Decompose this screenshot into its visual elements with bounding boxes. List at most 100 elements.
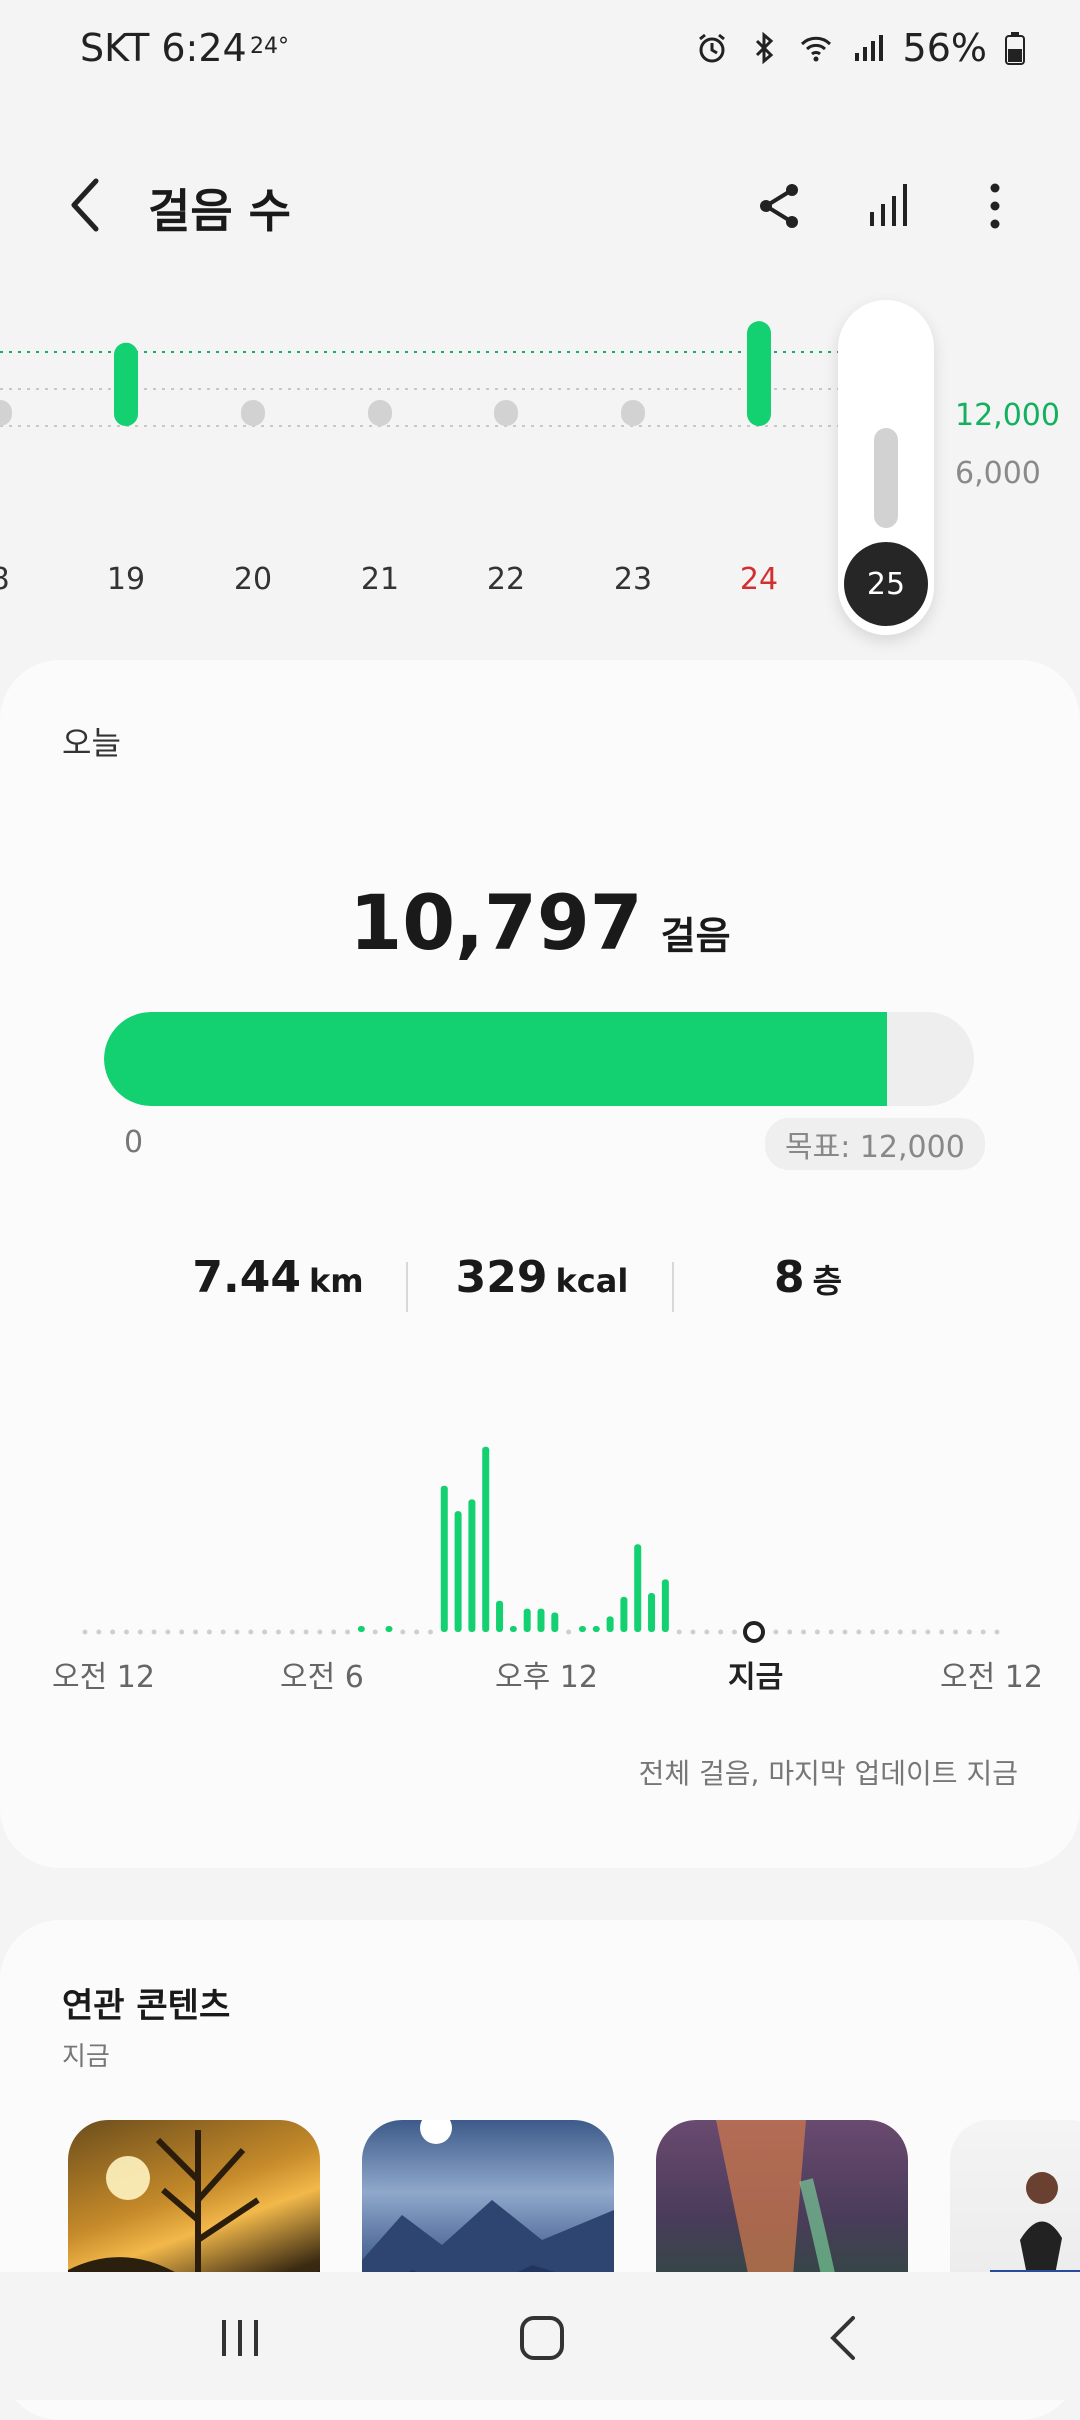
axis-label-end-midnight: 오전 12 bbox=[940, 1660, 1043, 1695]
hourly-dot bbox=[317, 1629, 323, 1635]
today-label: 오늘 bbox=[62, 724, 121, 762]
hourly-bar bbox=[551, 1612, 559, 1632]
calories-unit: kcal bbox=[555, 1262, 629, 1300]
hourly-steps-chart[interactable] bbox=[0, 1430, 1080, 1690]
hourly-dot bbox=[289, 1629, 295, 1635]
hourly-dot bbox=[939, 1629, 945, 1635]
day-label[interactable]: 8 bbox=[0, 562, 40, 597]
hourly-dot bbox=[856, 1629, 862, 1635]
hourly-dot bbox=[925, 1629, 931, 1635]
distance-stat: 7.44 km bbox=[148, 1252, 408, 1303]
day-label[interactable]: 22 bbox=[466, 562, 546, 597]
back-button[interactable] bbox=[60, 175, 110, 235]
distance-value: 7.44 bbox=[192, 1252, 301, 1303]
steps-progress-bar bbox=[104, 1012, 974, 1106]
hourly-dot bbox=[966, 1629, 972, 1635]
floors-stat: 8층 bbox=[678, 1252, 938, 1303]
hourly-dot bbox=[690, 1629, 696, 1635]
hourly-dot bbox=[275, 1629, 281, 1635]
recent-apps-button[interactable] bbox=[210, 2310, 270, 2366]
carrier-time: SKT 6:24 bbox=[80, 26, 247, 70]
steps-unit: 걸음 bbox=[660, 914, 731, 958]
hourly-dot bbox=[994, 1629, 1000, 1635]
hourly-dot bbox=[193, 1629, 199, 1635]
hourly-bar bbox=[592, 1626, 600, 1632]
stat-divider bbox=[406, 1262, 408, 1312]
status-bar: SKT 6:24 24° 56% bbox=[0, 0, 1080, 100]
today-steps: 10,797 걸음 bbox=[0, 878, 1080, 967]
day-bar bbox=[241, 400, 265, 426]
update-status-text: 전체 걸음, 마지막 업데이트 지금 bbox=[638, 1757, 1018, 1790]
trends-button[interactable] bbox=[862, 178, 918, 234]
hourly-dot bbox=[801, 1629, 807, 1635]
hourly-dot bbox=[566, 1629, 572, 1635]
hourly-dot bbox=[372, 1629, 378, 1635]
hourly-dot bbox=[676, 1629, 682, 1635]
goal-badge[interactable]: 목표: 12,000 bbox=[765, 1118, 985, 1170]
calories-stat: 329 kcal bbox=[412, 1252, 672, 1303]
floors-value: 8 bbox=[773, 1252, 805, 1303]
related-content-title: 연관 콘텐츠 bbox=[62, 1986, 231, 2026]
day-label[interactable]: 20 bbox=[213, 562, 293, 597]
axis-label-midnight: 오전 12 bbox=[52, 1660, 155, 1695]
axis-label-6am: 오전 6 bbox=[280, 1660, 364, 1695]
hourly-dot bbox=[96, 1629, 102, 1635]
hourly-bar bbox=[440, 1485, 448, 1632]
hourly-dot bbox=[980, 1629, 986, 1635]
hourly-dot bbox=[814, 1629, 820, 1635]
day-bar bbox=[114, 342, 138, 426]
day-bar bbox=[0, 400, 12, 426]
hourly-dot bbox=[179, 1629, 185, 1635]
hourly-bar bbox=[496, 1600, 504, 1632]
day-label[interactable]: 23 bbox=[593, 562, 673, 597]
hourly-dot bbox=[206, 1629, 212, 1635]
hourly-bar bbox=[634, 1544, 642, 1632]
progress-zero-label: 0 bbox=[124, 1125, 144, 1160]
hourly-bar bbox=[661, 1579, 669, 1632]
hourly-dot bbox=[870, 1629, 876, 1635]
hourly-dot bbox=[123, 1629, 129, 1635]
more-options-button[interactable] bbox=[975, 178, 1015, 234]
steps-progress-fill bbox=[104, 1012, 887, 1106]
hourly-bar bbox=[648, 1593, 656, 1632]
hourly-dot bbox=[911, 1629, 917, 1635]
hourly-bar bbox=[385, 1626, 393, 1632]
axis-label-now: 지금 bbox=[728, 1660, 784, 1695]
hourly-dot bbox=[828, 1629, 834, 1635]
selected-day-bar bbox=[874, 428, 898, 528]
related-content-subtitle: 지금 bbox=[62, 2042, 110, 2072]
system-back-button[interactable] bbox=[815, 2310, 875, 2366]
signal-icon bbox=[854, 35, 883, 61]
day-label[interactable]: 21 bbox=[340, 562, 420, 597]
hourly-bar bbox=[509, 1626, 517, 1632]
axis-label-noon: 오후 12 bbox=[495, 1660, 598, 1695]
hourly-dot bbox=[953, 1629, 959, 1635]
home-button[interactable] bbox=[512, 2310, 572, 2366]
hourly-dot bbox=[427, 1629, 433, 1635]
day-label[interactable]: 24 bbox=[719, 562, 799, 597]
hourly-bar bbox=[523, 1608, 531, 1632]
now-marker bbox=[743, 1621, 765, 1643]
steps-count: 10,797 bbox=[349, 878, 643, 967]
hourly-dot bbox=[400, 1629, 406, 1635]
floors-unit: 층 bbox=[812, 1262, 843, 1300]
hourly-bar bbox=[578, 1626, 586, 1632]
bluetooth-icon bbox=[755, 31, 773, 65]
hourly-dot bbox=[303, 1629, 309, 1635]
hourly-dot bbox=[414, 1629, 420, 1635]
day-bar bbox=[494, 400, 518, 426]
hourly-dot bbox=[220, 1629, 226, 1635]
page-title: 걸음 수 bbox=[148, 184, 291, 238]
hourly-bar bbox=[357, 1626, 365, 1632]
temperature: 24° bbox=[250, 34, 289, 59]
day-label[interactable]: 19 bbox=[86, 562, 166, 597]
hourly-dot bbox=[331, 1629, 337, 1635]
share-button[interactable] bbox=[752, 178, 808, 234]
hourly-dot bbox=[262, 1629, 268, 1635]
hourly-bar bbox=[537, 1608, 545, 1632]
selected-day-label[interactable]: 25 bbox=[844, 542, 928, 626]
calories-value: 329 bbox=[455, 1252, 548, 1303]
hourly-dot bbox=[897, 1629, 903, 1635]
hourly-bar bbox=[468, 1499, 476, 1632]
hourly-dot bbox=[110, 1629, 116, 1635]
